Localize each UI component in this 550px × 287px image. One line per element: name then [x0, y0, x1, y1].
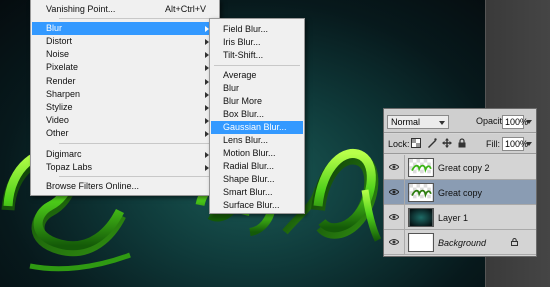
lock-position-icon[interactable] [442, 138, 452, 148]
submenu-item-radial-blur[interactable]: Radial Blur... [211, 160, 303, 173]
menu-item-stylize[interactable]: Stylize [32, 101, 218, 114]
submenu-item-lens-blur[interactable]: Lens Blur... [211, 134, 303, 147]
layer-divider [404, 155, 405, 180]
layers-panel: Normal Opacity: 100% Lock: Fill: 100% Gr… [383, 108, 537, 257]
layer-name: Great copy 2 [438, 163, 490, 173]
submenu-item-label: Box Blur... [223, 109, 265, 119]
eye-icon[interactable] [389, 163, 399, 171]
layer-row-background[interactable]: Background [384, 230, 536, 255]
submenu-item-blur-more[interactable]: Blur More [211, 95, 303, 108]
eye-icon[interactable] [389, 188, 399, 196]
layer-divider [404, 180, 405, 205]
submenu-item-box-blur[interactable]: Box Blur... [211, 108, 303, 121]
menu-item-browse-filters-online[interactable]: Browse Filters Online... [32, 180, 218, 193]
shortcut-label: Alt+Ctrl+V [164, 4, 206, 14]
submenu-item-average[interactable]: Average [211, 69, 303, 82]
menu-item-sharpen[interactable]: Sharpen [32, 88, 218, 101]
eye-icon[interactable] [389, 213, 399, 221]
submenu-item-tilt-shift[interactable]: Tilt-Shift... [211, 49, 303, 62]
lock-transparent-pixels-icon[interactable] [411, 138, 421, 148]
submenu-item-surface-blur[interactable]: Surface Blur... [211, 199, 303, 212]
submenu-item-shape-blur[interactable]: Shape Blur... [211, 173, 303, 186]
submenu-item-motion-blur[interactable]: Motion Blur... [211, 147, 303, 160]
menu-item-blur[interactable]: Blur [32, 22, 218, 35]
layer-row-layer-1[interactable]: Layer 1 [384, 205, 536, 230]
menu-item-label: Sharpen [46, 89, 81, 99]
menu-separator [214, 65, 300, 66]
layers-panel-top-row: Normal Opacity: 100% [384, 109, 536, 133]
submenu-item-label: Radial Blur... [223, 161, 275, 171]
submenu-item-label: Gaussian Blur... [223, 122, 287, 132]
submenu-item-label: Lens Blur... [223, 135, 269, 145]
submenu-item-iris-blur[interactable]: Iris Blur... [211, 36, 303, 49]
menu-item-label: Distort [46, 36, 73, 46]
layer-thumbnail [408, 208, 434, 227]
lock-label: Lock: [388, 139, 410, 149]
submenu-item-label: Motion Blur... [223, 148, 276, 158]
blend-mode-value: Normal [391, 117, 421, 127]
lock-icon [511, 238, 518, 246]
filter-menu: Vanishing Point... Alt+Ctrl+V Blur Disto… [30, 0, 220, 196]
menu-item-label: Video [46, 115, 69, 125]
layer-name: Layer 1 [438, 213, 469, 223]
fill-dropdown-icon[interactable] [526, 142, 532, 146]
menu-item-other[interactable]: Other [32, 127, 218, 140]
submenu-item-label: Iris Blur... [223, 37, 261, 47]
menu-separator [59, 143, 217, 144]
menu-item-label: Pixelate [46, 62, 79, 72]
blur-submenu: Field Blur... Iris Blur... Tilt-Shift...… [209, 18, 305, 214]
submenu-item-label: Average [223, 70, 257, 80]
menu-item-label: Blur [46, 23, 63, 33]
submenu-item-label: Blur [223, 83, 240, 93]
menu-item-label: Topaz Labs [46, 162, 93, 172]
opacity-dropdown-icon[interactable] [526, 120, 532, 124]
opacity-input[interactable]: 100% [502, 115, 528, 129]
menu-item-label: Stylize [46, 102, 73, 112]
submenu-item-blur[interactable]: Blur [211, 82, 303, 95]
layer-divider [404, 205, 405, 230]
submenu-item-gaussian-blur[interactable]: Gaussian Blur... [211, 121, 303, 134]
menu-item-noise[interactable]: Noise [32, 48, 218, 61]
fill-label: Fill: [486, 139, 500, 149]
chevron-down-icon [439, 121, 445, 125]
menu-item-label: Render [46, 76, 76, 86]
submenu-item-label: Tilt-Shift... [223, 50, 264, 60]
eye-icon[interactable] [389, 238, 399, 246]
blend-mode-select[interactable]: Normal [387, 115, 449, 129]
submenu-item-label: Shape Blur... [223, 174, 275, 184]
menu-item-render[interactable]: Render [32, 75, 218, 88]
menu-item-label: Vanishing Point... [46, 4, 116, 14]
menu-item-pixelate[interactable]: Pixelate [32, 61, 218, 74]
layer-name: Great copy [438, 188, 483, 198]
menu-item-label: Digimarc [46, 149, 82, 159]
layer-name: Background [438, 238, 487, 248]
menu-item-label: Browse Filters Online... [46, 181, 140, 191]
lock-image-pixels-icon[interactable] [427, 138, 437, 148]
menu-item-digimarc[interactable]: Digimarc [32, 148, 218, 161]
submenu-item-label: Smart Blur... [223, 187, 273, 197]
layer-row-great-copy[interactable]: Great copy [384, 180, 536, 205]
layers-panel-lock-row: Lock: Fill: 100% [384, 134, 536, 154]
menu-item-label: Other [46, 128, 69, 138]
layer-thumbnail [408, 233, 434, 252]
layer-row-great-copy-2[interactable]: Great copy 2 [384, 155, 536, 180]
menu-item-video[interactable]: Video [32, 114, 218, 127]
submenu-item-smart-blur[interactable]: Smart Blur... [211, 186, 303, 199]
layer-divider [404, 230, 405, 255]
submenu-item-label: Blur More [223, 96, 263, 106]
menu-item-vanishing-point[interactable]: Vanishing Point... Alt+Ctrl+V [32, 3, 218, 16]
menu-item-topaz-labs[interactable]: Topaz Labs [32, 161, 218, 174]
lock-all-icon[interactable] [457, 138, 467, 148]
submenu-item-field-blur[interactable]: Field Blur... [211, 23, 303, 36]
menu-item-label: Noise [46, 49, 70, 59]
menu-separator [59, 176, 217, 177]
layer-thumbnail [408, 183, 434, 202]
layer-thumbnail [408, 158, 434, 177]
menu-item-distort[interactable]: Distort [32, 35, 218, 48]
submenu-item-label: Field Blur... [223, 24, 269, 34]
submenu-item-label: Surface Blur... [223, 200, 280, 210]
fill-input[interactable]: 100% [502, 137, 528, 151]
menu-separator [59, 18, 217, 19]
